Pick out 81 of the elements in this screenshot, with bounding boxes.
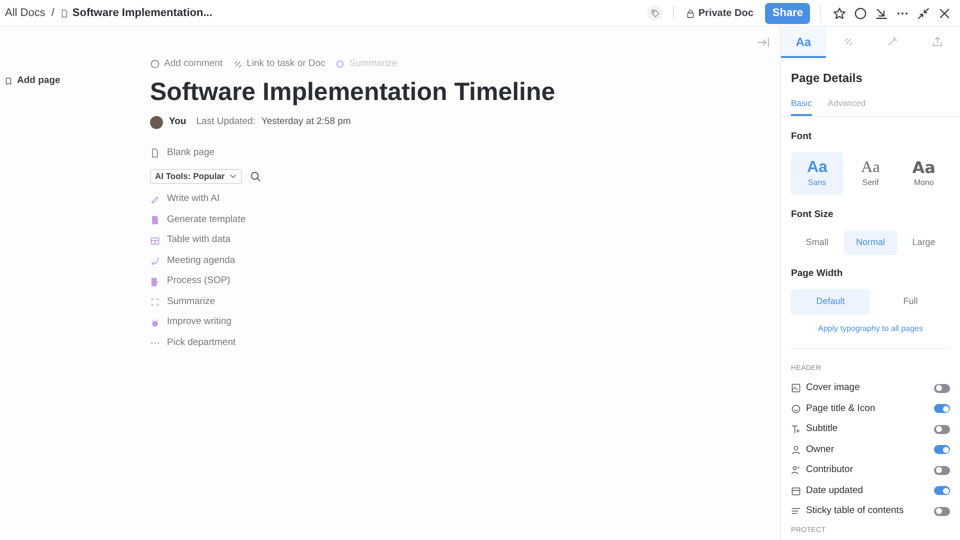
toggle-label: Page title & Icon (806, 402, 876, 416)
share-button[interactable]: Share (765, 2, 810, 24)
person-icon (791, 444, 801, 455)
list-icon (791, 506, 801, 516)
ai-tool-option[interactable]: Process (SOP) (150, 274, 780, 288)
apply-typography-link[interactable]: Apply typography to all pages (791, 322, 950, 348)
document-icon (150, 215, 160, 225)
panel-title: Page Details (791, 70, 864, 87)
comment-icon (150, 59, 160, 70)
ai-tool-option[interactable]: Improve writing (150, 316, 780, 330)
subtab[interactable]: Basic (791, 97, 812, 116)
toggle-label: Date updated (806, 484, 864, 498)
people-icon (791, 465, 801, 476)
toggle-switch[interactable] (934, 424, 950, 434)
toggle-label: Sticky table of contents (806, 504, 905, 518)
tag-icon (650, 8, 660, 18)
toggle-switch[interactable] (934, 506, 950, 516)
font-size-option[interactable]: Small (791, 230, 844, 256)
smiley-icon (791, 404, 801, 414)
comment-icon[interactable] (854, 6, 867, 20)
ai-tool-option[interactable]: Meeting agenda (150, 254, 780, 268)
ai-tool-option[interactable]: Generate template (150, 213, 780, 227)
ai-tool-option[interactable]: Write with AI (150, 192, 780, 206)
doc-title: Software Implementation Timeline (150, 77, 556, 108)
toggle-switch[interactable] (934, 486, 950, 496)
pencil-icon (150, 194, 160, 204)
font-size-option[interactable]: Normal (844, 230, 897, 256)
author-name: You (169, 115, 186, 130)
image-icon (791, 383, 801, 394)
toggle-label: Owner (806, 442, 835, 457)
ring-icon (335, 59, 346, 70)
section-heading: Page Width (791, 267, 844, 282)
search-icon[interactable] (250, 170, 261, 182)
font-size-option[interactable]: Large (898, 230, 950, 256)
add-page-button[interactable]: Add page (4, 74, 60, 88)
doc-action-button[interactable]: Add comment (150, 57, 223, 72)
section-heading: Font Size (791, 208, 834, 222)
font-option[interactable]: Aa Mono (898, 152, 950, 195)
section-heading: Font (791, 130, 813, 144)
text-icon (791, 424, 801, 434)
ai-tool-option[interactable]: Pick department (150, 336, 780, 350)
updated-value: Yesterday at 2:58 pm (261, 115, 351, 130)
ai-tool-option[interactable]: Table with data (150, 234, 780, 248)
breadcrumb-link[interactable]: All Docs (5, 4, 46, 22)
toggle-label: Contributor (806, 463, 854, 478)
chevron-down-icon (228, 172, 237, 180)
tag-button[interactable] (647, 5, 664, 21)
document-icon (60, 8, 70, 18)
ai-tool-option[interactable]: Summarize (150, 295, 780, 309)
toggle-label: Cover image (806, 381, 861, 396)
avatar (150, 116, 163, 129)
document-icon (150, 148, 160, 158)
private-doc-button[interactable]: Private Doc (686, 6, 754, 20)
collapse-icon[interactable] (917, 6, 930, 20)
calendar-icon (791, 486, 801, 496)
subtab[interactable]: Advanced (828, 97, 866, 116)
blank-page-option[interactable]: Blank page (150, 146, 215, 160)
font-option[interactable]: Aa Serif (844, 152, 897, 195)
toggle-switch[interactable] (934, 466, 950, 475)
breadcrumb-current[interactable]: Software Implementation... (72, 4, 212, 22)
doc-action-button[interactable]: Link to task or Doc (232, 57, 326, 72)
page-width-option[interactable]: Default (791, 288, 870, 314)
upload-icon (932, 36, 944, 47)
page-width-option[interactable]: Full (871, 288, 950, 314)
star-icon[interactable] (833, 6, 846, 20)
table-icon (150, 236, 160, 246)
toggle-switch[interactable] (934, 404, 950, 414)
toggle-switch[interactable] (934, 445, 950, 454)
font-option[interactable]: Aa Sans (791, 152, 844, 195)
toggle-switch[interactable] (934, 384, 950, 393)
close-icon[interactable] (938, 6, 951, 20)
panel-tab[interactable]: Aa (781, 27, 826, 58)
document-pencil-icon (150, 276, 160, 286)
breadcrumb-separator: / (51, 6, 54, 21)
updated-label: Last Updated: (196, 115, 256, 130)
toggle-label: Subtitle (806, 422, 839, 436)
ai-tools-dropdown[interactable]: AI Tools: Popular (150, 168, 242, 184)
collapse-panel-icon[interactable] (757, 36, 770, 49)
download-tray-icon[interactable] (875, 6, 888, 20)
lock-icon (686, 8, 696, 18)
wand-icon (887, 36, 898, 47)
